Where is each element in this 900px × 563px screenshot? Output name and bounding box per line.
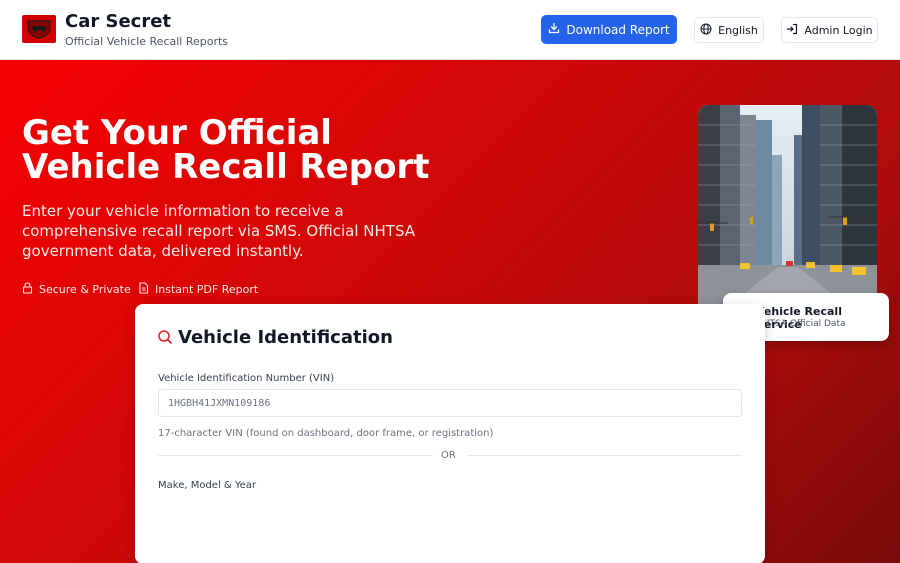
lock-icon xyxy=(22,282,33,297)
globe-icon xyxy=(700,23,712,38)
car-secret-logo[interactable] xyxy=(22,15,56,43)
vin-input[interactable] xyxy=(158,389,742,417)
hero-title: Get Your Official Vehicle Recall Report xyxy=(22,113,430,187)
divider-right xyxy=(468,455,742,456)
vin-label: Vehicle Identification Number (VIN) xyxy=(158,373,335,384)
document-icon xyxy=(138,282,149,297)
service-card-subtitle: NHTSA Official Data xyxy=(756,319,846,329)
login-icon xyxy=(786,23,798,38)
or-separator: OR xyxy=(441,450,456,461)
feature-secure-label: Secure & Private xyxy=(39,283,131,296)
search-icon xyxy=(157,329,173,349)
download-icon xyxy=(548,22,560,37)
feature-secure: Secure & Private xyxy=(22,282,131,297)
divider-left xyxy=(158,455,433,456)
form-title: Vehicle Identification xyxy=(178,327,393,348)
vehicle-identification-form: Vehicle Identification Vehicle Identific… xyxy=(135,304,765,563)
language-label: English xyxy=(718,23,758,37)
brand-title: Car Secret xyxy=(65,11,172,32)
download-report-label: Download Report xyxy=(566,22,670,37)
admin-login-label: Admin Login xyxy=(804,23,873,37)
top-header: Car Secret Official Vehicle Recall Repor… xyxy=(0,0,900,60)
admin-login-button[interactable]: Admin Login xyxy=(781,17,878,43)
vin-help-text: 17-character VIN (found on dashboard, do… xyxy=(158,428,494,439)
make-model-year-label: Make, Model & Year xyxy=(158,480,257,491)
language-button[interactable]: English xyxy=(694,17,764,43)
feature-pdf-label: Instant PDF Report xyxy=(155,283,259,296)
feature-pdf: Instant PDF Report xyxy=(138,282,258,297)
hero-description: Enter your vehicle information to receiv… xyxy=(22,202,416,260)
download-report-button[interactable]: Download Report xyxy=(541,15,677,44)
brand-subtitle: Official Vehicle Recall Reports xyxy=(65,35,229,48)
